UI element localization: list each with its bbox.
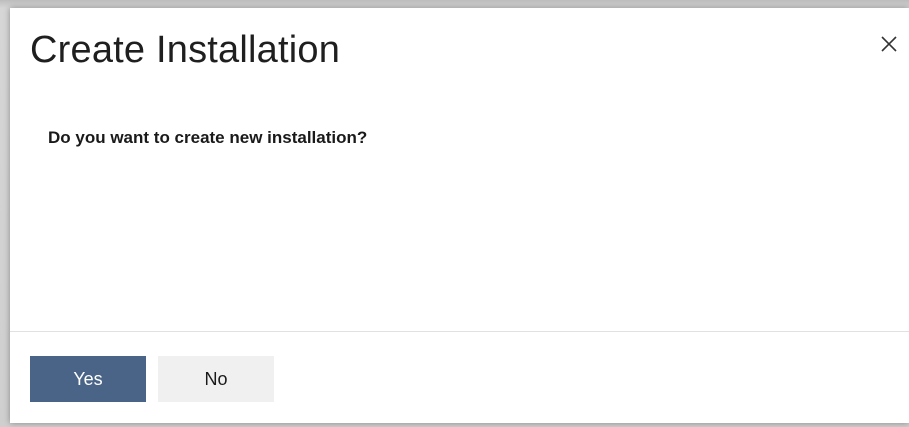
footer-divider	[10, 331, 909, 332]
no-button[interactable]: No	[158, 356, 274, 402]
dialog-message: Do you want to create new installation?	[48, 128, 368, 147]
dialog-footer: Yes No	[30, 356, 274, 402]
close-icon	[880, 35, 898, 53]
dialog-title: Create Installation	[30, 29, 341, 71]
create-installation-dialog: Create Installation Do you want to creat…	[10, 8, 909, 423]
yes-button[interactable]: Yes	[30, 356, 146, 402]
close-button[interactable]	[875, 30, 903, 58]
